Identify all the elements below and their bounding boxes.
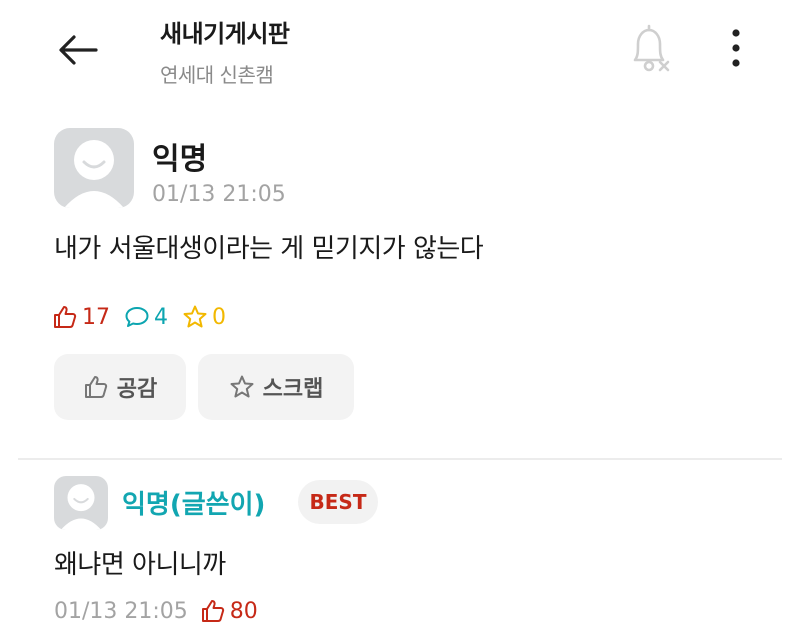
anonymous-user-icon — [64, 140, 124, 208]
scrap-button[interactable]: 스크랩 — [198, 354, 354, 420]
comment-count: 4 — [124, 304, 168, 330]
comment-content: 왜냐면 아니니까 — [54, 550, 226, 580]
scrap-button-label: 스크랩 — [262, 377, 324, 402]
board-title: 새내기게시판 — [160, 20, 290, 48]
header: 새내기게시판 연세대 신촌캠 — [160, 14, 290, 88]
like-button[interactable]: 공감 — [54, 354, 186, 420]
thumbs-up-icon — [201, 600, 224, 622]
post-detail-screen: 새내기게시판 연세대 신촌캠 익명 01/13 21:05 내가 서울대생이라는… — [0, 0, 800, 641]
board-subtitle: 연세대 신촌캠 — [160, 63, 274, 87]
comment-author-avatar — [54, 476, 108, 530]
speech-bubble-icon — [125, 307, 149, 327]
comment-author-name: 익명(글쓴이) — [122, 490, 266, 520]
back-button[interactable] — [56, 28, 100, 72]
bell-off-icon — [633, 24, 670, 72]
comment-meta: 01/13 21:05 80 — [54, 598, 258, 624]
like-count: 17 — [52, 304, 110, 330]
best-badge: BEST — [298, 480, 378, 524]
comment-like-value: 80 — [229, 598, 258, 624]
more-options-button[interactable] — [716, 24, 756, 72]
star-icon — [230, 375, 254, 398]
comment-like-count: 80 — [200, 598, 258, 624]
post-author-name: 익명 — [152, 142, 208, 177]
author-avatar — [54, 128, 134, 208]
post-content: 내가 서울대생이라는 게 믿기지가 않는다 — [54, 234, 484, 264]
post-stats: 17 4 0 — [52, 304, 240, 330]
anonymous-user-icon — [60, 484, 102, 530]
scrap-count: 0 — [182, 304, 226, 330]
thumbs-up-icon — [54, 306, 77, 328]
comment-timestamp: 01/13 21:05 — [54, 598, 188, 624]
arrow-left-icon — [59, 35, 98, 65]
star-icon — [183, 305, 207, 328]
divider — [18, 458, 782, 460]
like-button-label: 공감 — [116, 377, 158, 402]
notification-toggle-button[interactable] — [626, 22, 674, 76]
comment-count-value: 4 — [154, 304, 168, 330]
thumbs-up-icon — [84, 376, 107, 398]
post-timestamp: 01/13 21:05 — [152, 182, 286, 207]
like-count-value: 17 — [82, 304, 110, 330]
more-vertical-icon — [732, 29, 740, 67]
scrap-count-value: 0 — [212, 304, 226, 330]
